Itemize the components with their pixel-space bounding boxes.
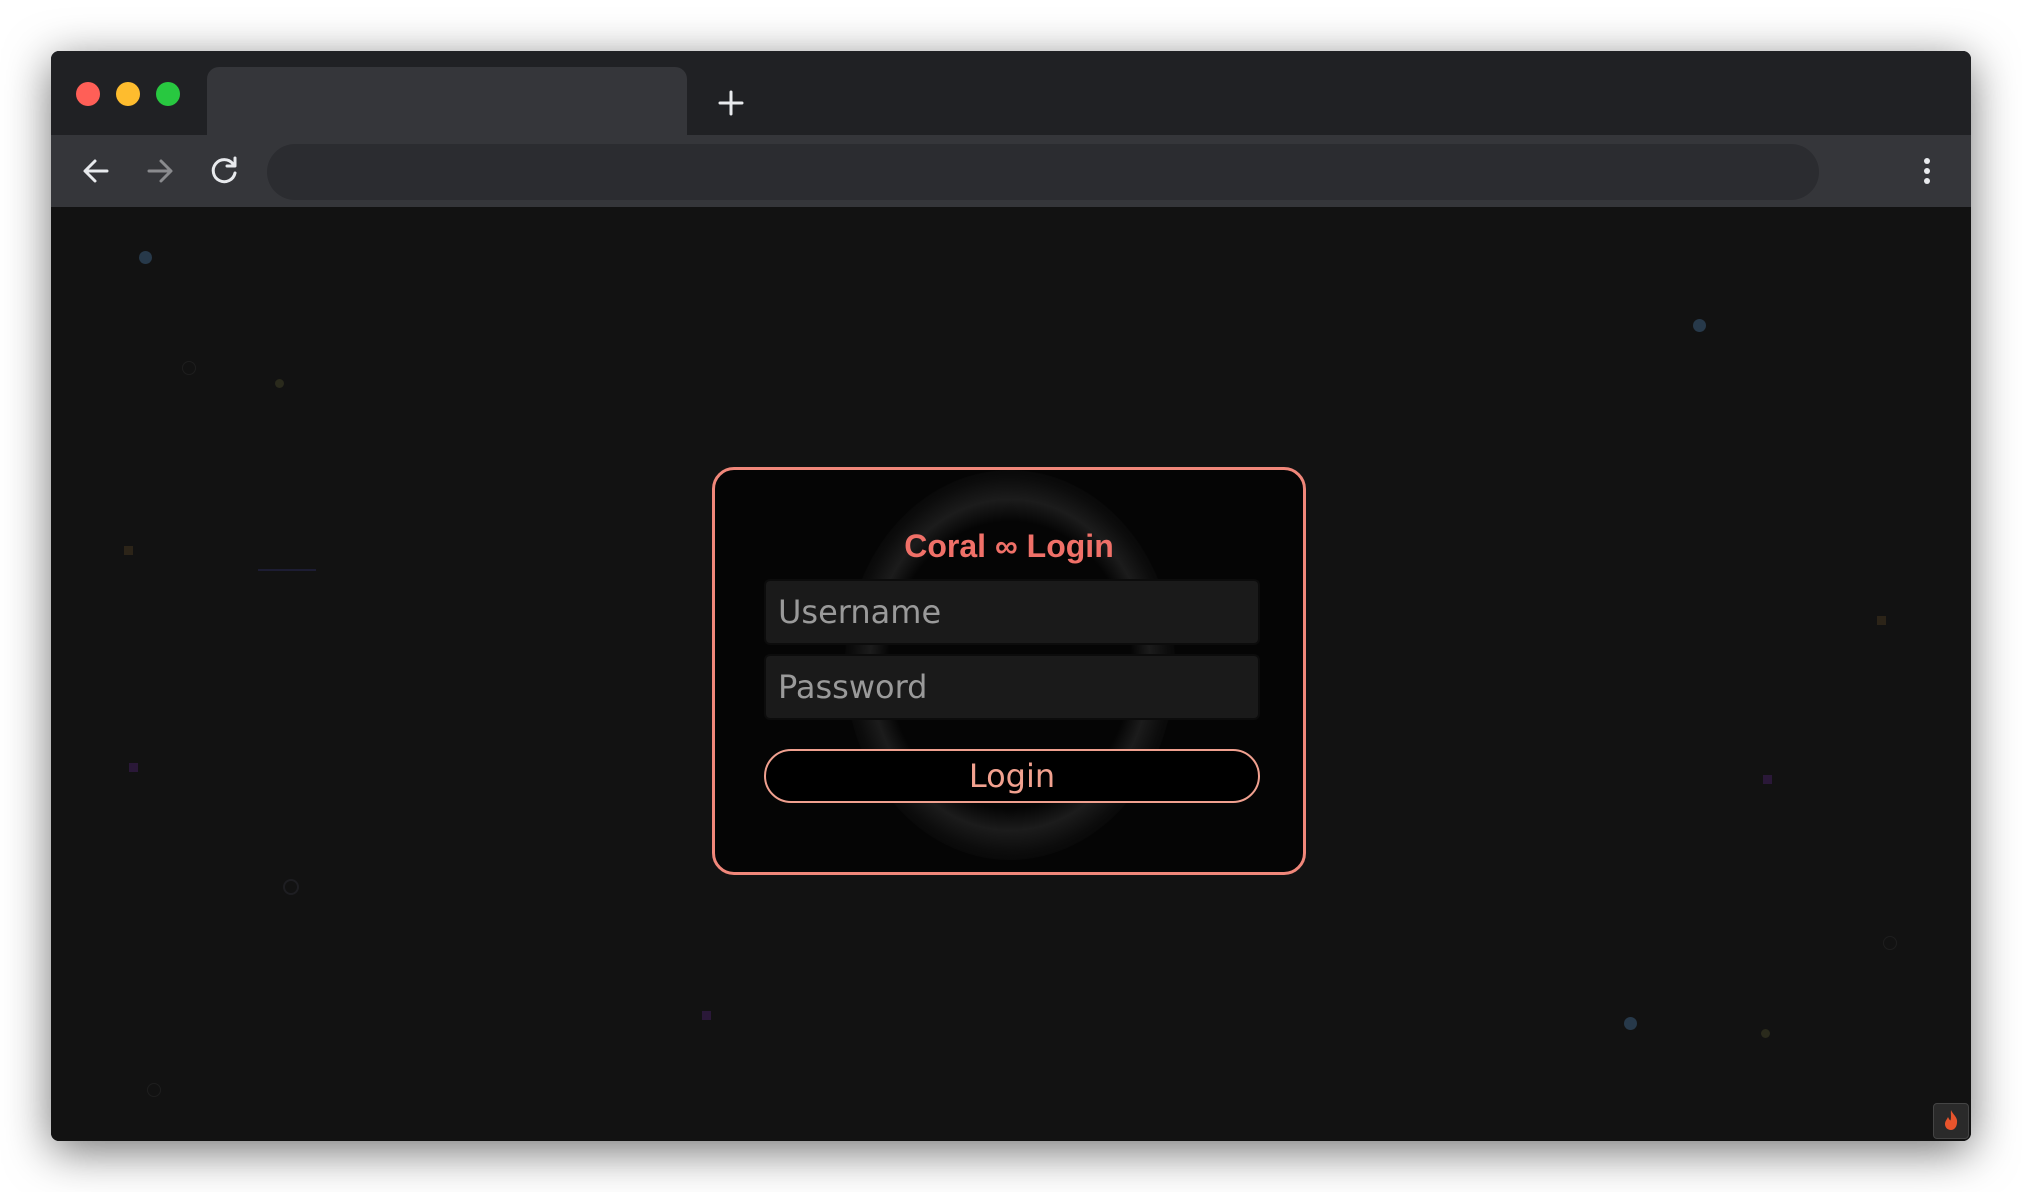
browser-window: Coral ∞ Login Login bbox=[51, 51, 1971, 1141]
login-title: Coral ∞ Login bbox=[904, 528, 1114, 564]
arrow-right-icon bbox=[147, 159, 173, 183]
background-particle bbox=[702, 1011, 711, 1020]
background-particle bbox=[1763, 775, 1772, 784]
background-particle bbox=[147, 1083, 161, 1097]
background-particle bbox=[1761, 1029, 1770, 1038]
minimize-window-button[interactable] bbox=[116, 82, 140, 106]
login-card: Coral ∞ Login Login bbox=[712, 467, 1306, 875]
arrow-left-icon bbox=[83, 159, 109, 183]
background-particle bbox=[258, 569, 316, 571]
password-input[interactable] bbox=[764, 654, 1260, 720]
forward-button[interactable] bbox=[142, 153, 178, 189]
background-particle bbox=[1883, 936, 1897, 950]
background-particle bbox=[1693, 319, 1706, 332]
username-input[interactable] bbox=[764, 579, 1260, 645]
background-particle bbox=[275, 379, 284, 388]
kebab-menu-icon bbox=[1924, 158, 1930, 184]
flame-icon bbox=[1945, 1110, 1958, 1130]
title-bar bbox=[51, 51, 1971, 135]
background-particle bbox=[1624, 1017, 1637, 1030]
corner-widget-button[interactable] bbox=[1933, 1103, 1969, 1139]
background-particle bbox=[124, 546, 133, 555]
browser-toolbar bbox=[51, 135, 1971, 207]
background-particle bbox=[139, 251, 152, 264]
browser-menu-button[interactable] bbox=[1909, 153, 1945, 189]
background-particle bbox=[129, 763, 138, 772]
new-tab-button[interactable] bbox=[713, 85, 749, 121]
reload-button[interactable] bbox=[206, 153, 242, 189]
background-particle bbox=[1877, 616, 1886, 625]
reload-icon bbox=[211, 156, 237, 184]
back-button[interactable] bbox=[78, 153, 114, 189]
background-particle bbox=[283, 879, 299, 895]
login-button[interactable]: Login bbox=[764, 749, 1260, 803]
browser-tab[interactable] bbox=[207, 67, 687, 135]
plus-icon bbox=[718, 90, 744, 116]
background-particle bbox=[182, 361, 196, 375]
close-window-button[interactable] bbox=[76, 82, 100, 106]
page-viewport: Coral ∞ Login Login bbox=[51, 207, 1971, 1141]
address-bar[interactable] bbox=[267, 144, 1819, 200]
maximize-window-button[interactable] bbox=[156, 82, 180, 106]
